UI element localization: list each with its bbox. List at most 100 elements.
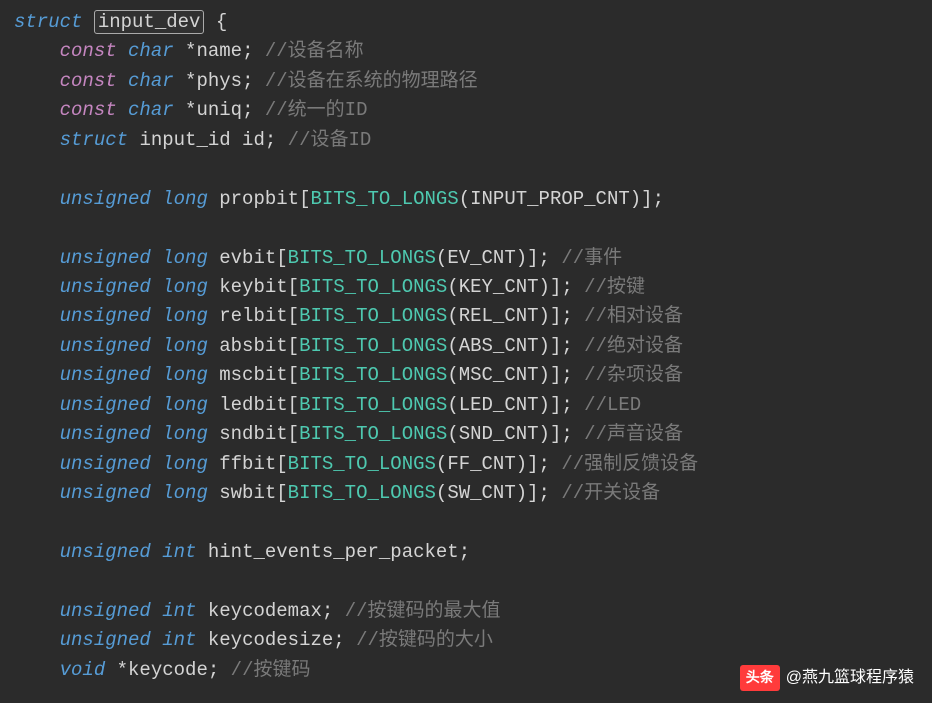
- code-line[interactable]: unsigned long absbit[BITS_TO_LONGS(ABS_C…: [14, 332, 918, 361]
- code-token: [208, 276, 219, 298]
- code-token: const: [60, 99, 117, 121]
- indent: [14, 453, 60, 475]
- code-line[interactable]: unsigned long evbit[BITS_TO_LONGS(EV_CNT…: [14, 244, 918, 273]
- code-line[interactable]: const char *phys; //设备在系统的物理路径: [14, 67, 918, 96]
- code-token: ;: [208, 659, 219, 681]
- code-token: [117, 70, 128, 92]
- code-token: [208, 482, 219, 504]
- code-line[interactable]: unsigned long keybit[BITS_TO_LONGS(KEY_C…: [14, 273, 918, 302]
- code-line[interactable]: struct input_dev {: [14, 8, 918, 37]
- code-token: [208, 423, 219, 445]
- code-token: propbit: [219, 188, 299, 210]
- code-line[interactable]: [14, 567, 918, 596]
- code-token: unsigned: [60, 541, 151, 563]
- code-token: keycode: [128, 659, 208, 681]
- code-token: long: [162, 364, 208, 386]
- code-token: unsigned: [60, 335, 151, 357]
- code-line[interactable]: [14, 155, 918, 184]
- code-line[interactable]: unsigned int hint_events_per_packet;: [14, 538, 918, 567]
- code-token: long: [162, 188, 208, 210]
- code-line[interactable]: [14, 214, 918, 243]
- code-token: [: [288, 394, 299, 416]
- code-token: uniq: [196, 99, 242, 121]
- code-line[interactable]: unsigned long relbit[BITS_TO_LONGS(REL_C…: [14, 302, 918, 331]
- code-token: char: [128, 70, 174, 92]
- indent: [14, 659, 60, 681]
- code-token: REL_CNT: [459, 305, 539, 327]
- code-token: ;: [459, 541, 470, 563]
- code-block[interactable]: struct input_dev { const char *name; //设…: [0, 0, 932, 693]
- code-line[interactable]: [14, 508, 918, 537]
- code-token: BITS_TO_LONGS: [299, 423, 447, 445]
- indent: [14, 99, 60, 121]
- indent: [14, 600, 60, 622]
- code-token: (: [436, 482, 447, 504]
- code-token: [: [276, 247, 287, 269]
- code-token: [208, 453, 219, 475]
- code-token: unsigned: [60, 276, 151, 298]
- code-token: sndbit: [219, 423, 287, 445]
- code-token: [151, 453, 162, 475]
- code-token: long: [162, 335, 208, 357]
- code-token: unsigned: [60, 482, 151, 504]
- code-token: [573, 276, 584, 298]
- code-line[interactable]: unsigned int keycodesize; //按键码的大小: [14, 626, 918, 655]
- code-token: KEY_CNT: [459, 276, 539, 298]
- code-token: )];: [516, 482, 550, 504]
- code-token: [550, 247, 561, 269]
- indent: [14, 305, 60, 327]
- code-line[interactable]: unsigned long mscbit[BITS_TO_LONGS(MSC_C…: [14, 361, 918, 390]
- indent: [14, 335, 60, 357]
- code-token: input_dev: [94, 10, 205, 34]
- code-token: [208, 394, 219, 416]
- code-token: unsigned: [60, 629, 151, 651]
- code-token: BITS_TO_LONGS: [288, 453, 436, 475]
- code-token: [204, 11, 215, 33]
- code-token: [151, 600, 162, 622]
- code-token: int: [162, 600, 196, 622]
- code-line[interactable]: unsigned long propbit[BITS_TO_LONGS(INPU…: [14, 185, 918, 214]
- code-token: )];: [539, 276, 573, 298]
- code-token: [219, 659, 230, 681]
- code-token: SND_CNT: [459, 423, 539, 445]
- code-token: [151, 423, 162, 445]
- code-token: [573, 305, 584, 327]
- code-token: //按键: [584, 276, 645, 298]
- code-line[interactable]: const char *name; //设备名称: [14, 37, 918, 66]
- code-token: (: [447, 305, 458, 327]
- code-token: )];: [539, 394, 573, 416]
- code-token: hint_events_per_packet: [208, 541, 459, 563]
- code-token: [253, 40, 264, 62]
- code-token: unsigned: [60, 423, 151, 445]
- code-token: [333, 600, 344, 622]
- indent: [14, 423, 60, 445]
- code-line[interactable]: const char *uniq; //统一的ID: [14, 96, 918, 125]
- code-token: [276, 129, 287, 151]
- code-token: *: [185, 99, 196, 121]
- code-line[interactable]: unsigned long swbit[BITS_TO_LONGS(SW_CNT…: [14, 479, 918, 508]
- code-token: [573, 423, 584, 445]
- code-token: [174, 40, 185, 62]
- code-token: ;: [242, 40, 253, 62]
- indent: [14, 629, 60, 651]
- code-line[interactable]: unsigned int keycodemax; //按键码的最大值: [14, 597, 918, 626]
- code-token: [253, 99, 264, 121]
- code-token: EV_CNT: [447, 247, 515, 269]
- code-token: long: [162, 247, 208, 269]
- code-token: //统一的ID: [265, 99, 368, 121]
- code-token: long: [162, 423, 208, 445]
- code-token: ;: [322, 600, 333, 622]
- code-token: //强制反馈设备: [561, 453, 698, 475]
- code-line[interactable]: struct input_id id; //设备ID: [14, 126, 918, 155]
- code-line[interactable]: unsigned long sndbit[BITS_TO_LONGS(SND_C…: [14, 420, 918, 449]
- code-line[interactable]: unsigned long ledbit[BITS_TO_LONGS(LED_C…: [14, 391, 918, 420]
- indent: [14, 482, 60, 504]
- code-token: int: [162, 541, 196, 563]
- indent: [14, 40, 60, 62]
- code-token: mscbit: [219, 364, 287, 386]
- code-token: )];: [630, 188, 664, 210]
- code-line[interactable]: unsigned long ffbit[BITS_TO_LONGS(FF_CNT…: [14, 450, 918, 479]
- watermark-text: @燕九篮球程序猿: [786, 666, 914, 691]
- code-token: ABS_CNT: [459, 335, 539, 357]
- code-token: [151, 335, 162, 357]
